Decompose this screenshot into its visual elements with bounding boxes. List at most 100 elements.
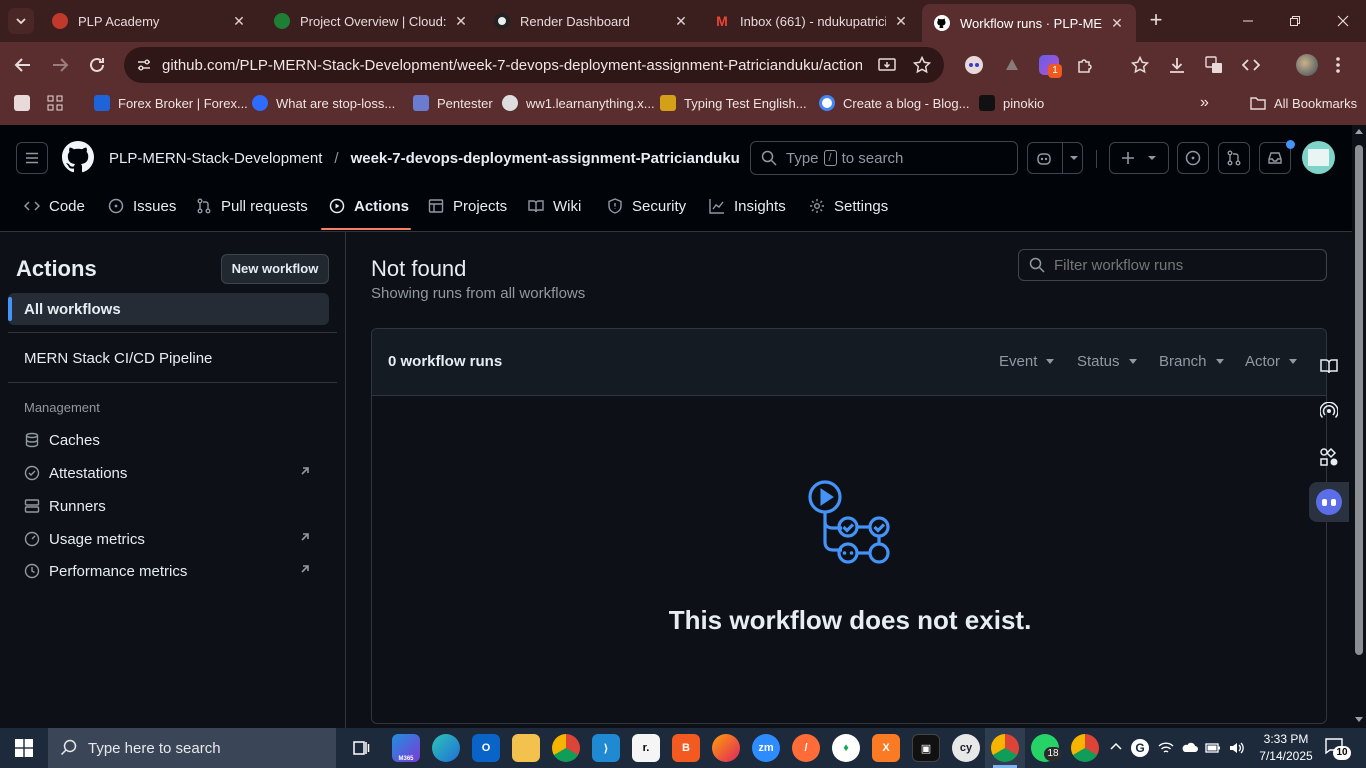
browser-tab-active[interactable]: Workflow runs · PLP-MERN ✕ bbox=[922, 4, 1136, 42]
extensions-button[interactable] bbox=[1074, 54, 1096, 76]
repo-link[interactable]: week-7-devops-deployment-assignment-Patr… bbox=[351, 150, 740, 167]
nav-tab-actions[interactable]: Actions bbox=[329, 187, 409, 225]
global-menu-button[interactable] bbox=[16, 142, 48, 174]
browser-tab[interactable]: Project Overview | Cloud: M ✕ bbox=[262, 0, 480, 42]
battery-icon[interactable] bbox=[1205, 741, 1221, 755]
nav-tab-wiki[interactable]: Wiki bbox=[528, 187, 581, 225]
chrome-menu-button[interactable] bbox=[1327, 54, 1349, 76]
bookmark-item[interactable]: Forex Broker | Forex... bbox=[94, 88, 248, 118]
vscode-app[interactable]: ⟩ bbox=[592, 734, 620, 762]
owner-link[interactable]: PLP-MERN-Stack-Development bbox=[109, 150, 322, 167]
replit-app[interactable]: r. bbox=[632, 734, 660, 762]
bookmarks-overflow-button[interactable]: » bbox=[1200, 88, 1209, 118]
create-new-button[interactable] bbox=[1109, 142, 1169, 174]
browser-tab[interactable]: M Inbox (661) - ndukupatricia ✕ bbox=[702, 0, 920, 42]
docker-app[interactable]: ▣ bbox=[912, 734, 940, 762]
page-scrollbar[interactable] bbox=[1352, 125, 1366, 728]
copilot-button[interactable] bbox=[1027, 142, 1083, 174]
bookmark-item[interactable]: What are stop-loss... bbox=[252, 88, 395, 118]
bookmark-item[interactable]: pinokio bbox=[979, 88, 1044, 118]
minimize-button[interactable] bbox=[1225, 0, 1271, 42]
volume-icon[interactable] bbox=[1228, 740, 1246, 756]
sidebar-item-usage-metrics[interactable]: Usage metrics bbox=[8, 523, 329, 555]
nav-tab-settings[interactable]: Settings bbox=[809, 187, 888, 225]
address-bar[interactable]: github.com/PLP-MERN-Stack-Development/we… bbox=[124, 47, 944, 83]
install-app-icon[interactable] bbox=[878, 56, 896, 74]
devtools-button[interactable] bbox=[1240, 54, 1262, 76]
start-button[interactable] bbox=[0, 728, 48, 768]
bookmark-item[interactable]: Pentester bbox=[413, 88, 493, 118]
close-icon[interactable]: ✕ bbox=[454, 14, 468, 28]
issues-shortcut-button[interactable] bbox=[1177, 142, 1209, 174]
inbox-button[interactable] bbox=[1259, 140, 1295, 174]
postman-app[interactable]: / bbox=[792, 734, 820, 762]
filter-actor[interactable]: Actor bbox=[1245, 353, 1298, 370]
xampp-app[interactable]: X bbox=[872, 734, 900, 762]
extension-copilot[interactable] bbox=[963, 54, 985, 76]
all-bookmarks[interactable]: All Bookmarks bbox=[1250, 88, 1357, 118]
bookmark-item[interactable]: Create a blog - Blog... bbox=[819, 88, 969, 118]
nav-tab-code[interactable]: Code bbox=[24, 187, 85, 225]
tab-search-button[interactable] bbox=[8, 8, 34, 34]
reload-button[interactable] bbox=[86, 54, 108, 76]
browser-tab[interactable]: Render Dashboard ✕ bbox=[482, 0, 700, 42]
filter-status[interactable]: Status bbox=[1077, 353, 1137, 370]
scroll-up-arrow[interactable] bbox=[1355, 129, 1363, 134]
cypress-app[interactable]: cy bbox=[952, 734, 980, 762]
bookmark-grid[interactable] bbox=[47, 88, 63, 118]
zoom-app[interactable]: zm bbox=[752, 734, 780, 762]
translate-button[interactable] bbox=[1203, 54, 1225, 76]
tray-overflow-button[interactable] bbox=[1109, 740, 1123, 754]
edge-app[interactable] bbox=[432, 734, 460, 762]
downloads-button[interactable] bbox=[1166, 54, 1188, 76]
nav-tab-pull-requests[interactable]: Pull requests bbox=[196, 187, 308, 225]
close-icon[interactable]: ✕ bbox=[232, 14, 246, 28]
extension-badge-button[interactable]: 1 bbox=[1038, 54, 1062, 78]
task-view-button[interactable] bbox=[347, 734, 375, 762]
chrome-profile-app[interactable] bbox=[1071, 734, 1099, 762]
bookmark-item[interactable]: ww1.learnanything.x... bbox=[502, 88, 655, 118]
filter-branch[interactable]: Branch bbox=[1159, 353, 1224, 370]
file-explorer-app[interactable] bbox=[512, 734, 540, 762]
bookmark-apps[interactable] bbox=[14, 88, 30, 118]
filter-event[interactable]: Event bbox=[999, 353, 1055, 370]
onedrive-icon[interactable] bbox=[1181, 740, 1199, 756]
extension-puzzle-game[interactable] bbox=[1001, 54, 1023, 76]
pull-requests-shortcut-button[interactable] bbox=[1218, 142, 1250, 174]
grammarly-tray-icon[interactable]: G bbox=[1131, 739, 1149, 757]
apps-github-button[interactable] bbox=[1309, 437, 1349, 477]
profile-button[interactable] bbox=[1296, 54, 1318, 76]
nav-tab-projects[interactable]: Projects bbox=[428, 187, 507, 225]
scrollbar-thumb[interactable] bbox=[1355, 145, 1363, 655]
sidebar-item-caches[interactable]: Caches bbox=[8, 424, 329, 456]
close-icon[interactable]: ✕ bbox=[1110, 16, 1124, 30]
wifi-icon[interactable] bbox=[1158, 740, 1174, 756]
filter-workflow-runs[interactable] bbox=[1018, 249, 1327, 281]
close-icon[interactable]: ✕ bbox=[674, 14, 688, 28]
global-search[interactable]: Type / to search bbox=[750, 141, 1018, 175]
star-icon[interactable] bbox=[913, 56, 931, 74]
outlook-app[interactable]: O bbox=[472, 734, 500, 762]
nav-tab-issues[interactable]: Issues bbox=[108, 187, 176, 225]
new-workflow-button[interactable]: New workflow bbox=[221, 254, 329, 284]
sidebar-item-runners[interactable]: Runners bbox=[8, 490, 329, 522]
firefox-app[interactable] bbox=[712, 734, 740, 762]
copilot-side-button[interactable] bbox=[1309, 482, 1349, 522]
reading-list-button[interactable] bbox=[1309, 346, 1349, 386]
nav-tab-insights[interactable]: Insights bbox=[709, 187, 786, 225]
bookmark-item[interactable]: Typing Test English... bbox=[660, 88, 807, 118]
forward-button[interactable] bbox=[49, 54, 71, 76]
clock[interactable]: 3:33 PM 7/14/2025 bbox=[1250, 731, 1322, 765]
podcast-button[interactable] bbox=[1309, 391, 1349, 431]
chrome-app-active[interactable] bbox=[991, 734, 1019, 762]
sidebar-item-all-workflows[interactable]: All workflows bbox=[8, 293, 329, 325]
scroll-down-arrow[interactable] bbox=[1355, 717, 1363, 722]
site-info-icon[interactable] bbox=[136, 57, 152, 73]
m365-app[interactable]: M365 bbox=[392, 734, 420, 762]
filter-input[interactable] bbox=[1054, 256, 1304, 274]
notifications-button[interactable]: 10 bbox=[1324, 736, 1351, 760]
mongodb-app[interactable]: ♦ bbox=[832, 734, 860, 762]
taskbar-search[interactable]: Type here to search bbox=[48, 728, 336, 768]
brave-app[interactable]: B bbox=[672, 734, 700, 762]
nav-tab-security[interactable]: Security bbox=[607, 187, 686, 225]
